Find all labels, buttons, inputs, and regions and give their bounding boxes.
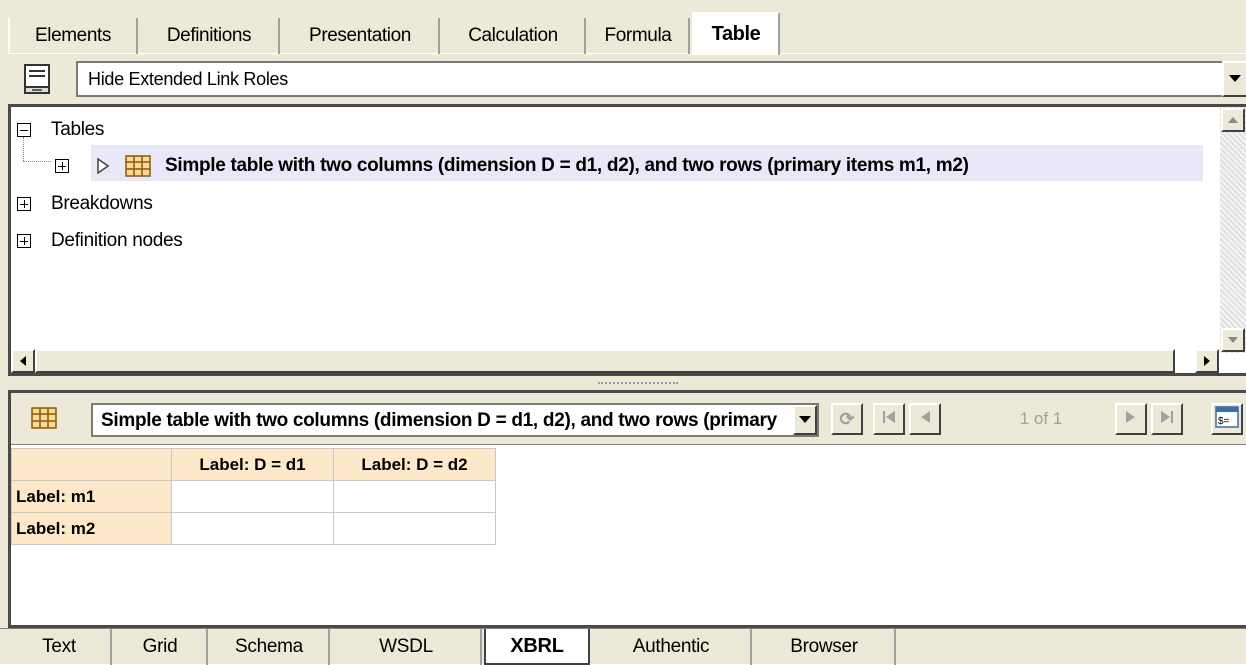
chevron-down-icon[interactable] (1222, 61, 1246, 97)
tree-node-breakdowns[interactable]: Breakdowns (17, 193, 153, 215)
corner-cell (11, 448, 172, 481)
previous-page-button[interactable] (909, 403, 941, 435)
tab-xbrl-view[interactable]: XBRL (484, 629, 590, 665)
table-icon (31, 407, 57, 434)
tree-node-tables[interactable]: Tables (17, 119, 104, 141)
tree-node-label: Definition nodes (51, 230, 183, 251)
previous-page-icon (919, 410, 931, 429)
link-roles-value: Hide Extended Link Roles (88, 69, 288, 89)
scroll-up-icon[interactable] (1221, 108, 1245, 132)
page-indicator: 1 of 1 (1019, 409, 1063, 428)
tab-presentation[interactable]: Presentation (282, 18, 440, 54)
vertical-scrollbar[interactable] (1220, 107, 1246, 353)
table-item-label: Simple table with two columns (dimension… (165, 155, 969, 176)
tab-elements[interactable]: Elements (8, 18, 138, 54)
tab-table[interactable]: Table (692, 12, 780, 55)
tab-calculation[interactable]: Calculation (442, 18, 586, 54)
list-view-icon[interactable] (18, 60, 56, 98)
table-icon (125, 155, 151, 177)
first-page-icon (882, 410, 896, 429)
table-cell[interactable] (333, 480, 496, 513)
tab-text-view[interactable]: Text (8, 629, 112, 665)
tab-formula[interactable]: Formula (588, 18, 690, 54)
table-cell[interactable] (333, 512, 496, 545)
scroll-left-icon[interactable] (11, 349, 35, 373)
tree-connector (23, 161, 51, 162)
table-select-value: Simple table with two columns (dimension… (101, 410, 781, 431)
table-cell[interactable] (171, 480, 334, 513)
tree-node-label: Tables (51, 119, 105, 140)
formula-view-button[interactable]: $= (1211, 403, 1243, 435)
next-page-icon (1125, 410, 1137, 429)
scroll-down-icon[interactable] (1221, 328, 1245, 352)
table-select[interactable]: Simple table with two columns (dimension… (91, 403, 819, 437)
tab-definitions[interactable]: Definitions (140, 18, 280, 54)
preview-table: Label: D = d1 Label: D = d2 Label: m1 La… (11, 448, 496, 545)
expand-icon[interactable] (17, 197, 31, 211)
expand-icon[interactable] (55, 159, 69, 173)
first-page-button[interactable] (873, 403, 905, 435)
link-roles-toolbar: Hide Extended Link Roles (8, 56, 1246, 104)
svg-text:$=: $= (1218, 416, 1230, 427)
expand-icon[interactable] (17, 234, 31, 248)
splitter-grip (598, 382, 678, 384)
top-tab-bar: Elements Definitions Presentation Calcul… (8, 12, 1246, 55)
view-tab-bar: Text Grid Schema WSDL XBRL Authentic Bro… (0, 628, 1246, 665)
tree-node-label: Breakdowns (51, 193, 153, 214)
table-cell[interactable] (171, 512, 334, 545)
chevron-down-icon[interactable] (793, 405, 817, 435)
link-roles-select[interactable]: Hide Extended Link Roles (76, 61, 1246, 97)
row-header: Label: m2 (11, 512, 172, 545)
xbrl-table-editor: Elements Definitions Presentation Calcul… (0, 0, 1246, 665)
horizontal-scrollbar[interactable] (11, 349, 1219, 373)
tree-node-table-item[interactable]: Simple table with two columns (dimension… (55, 155, 969, 177)
column-header: Label: D = d1 (171, 448, 334, 481)
preview-toolbar: Simple table with two columns (dimension… (11, 393, 1246, 445)
tree-connector (23, 137, 24, 161)
collapse-icon[interactable] (17, 123, 31, 137)
column-header: Label: D = d2 (333, 448, 496, 481)
tree-node-definition-nodes[interactable]: Definition nodes (17, 230, 183, 252)
scroll-right-icon[interactable] (1195, 349, 1219, 373)
refresh-icon: ⟳ (839, 408, 855, 429)
table-tree-panel: Tables Simple table with two columns (di… (8, 104, 1246, 376)
formula-view-icon: $= (1215, 405, 1239, 433)
tab-wsdl-view[interactable]: WSDL (332, 629, 482, 665)
row-header: Label: m1 (11, 480, 172, 513)
tab-schema-view[interactable]: Schema (210, 629, 330, 665)
next-page-button[interactable] (1115, 403, 1147, 435)
tab-browser-view[interactable]: Browser (754, 629, 896, 665)
scroll-thumb[interactable] (35, 349, 1175, 373)
last-page-button[interactable] (1151, 403, 1183, 435)
table-preview-panel: Simple table with two columns (dimension… (8, 390, 1246, 628)
refresh-button[interactable]: ⟳ (831, 403, 863, 435)
play-icon (97, 158, 109, 174)
last-page-icon (1160, 410, 1174, 429)
panel-splitter[interactable] (8, 376, 1246, 390)
tab-authentic-view[interactable]: Authentic (592, 629, 752, 665)
tab-grid-view[interactable]: Grid (114, 629, 208, 665)
